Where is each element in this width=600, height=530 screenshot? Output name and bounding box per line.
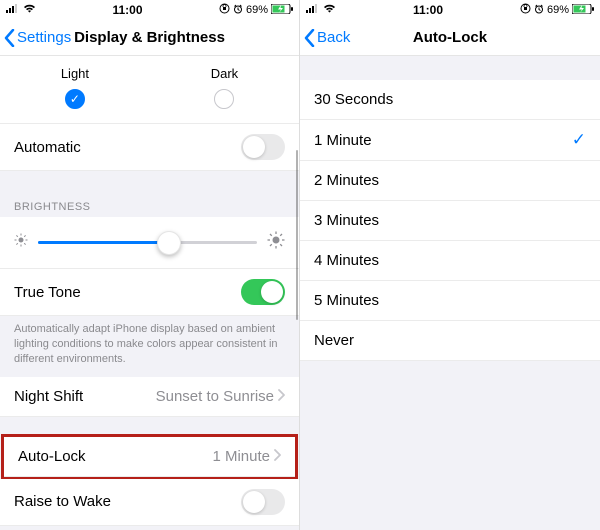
highlight-auto-lock: Auto-Lock 1 Minute (1, 434, 298, 480)
battery-text: 69% (547, 4, 569, 16)
auto-lock-label: Auto-Lock (18, 448, 86, 465)
signal-icon (306, 4, 320, 16)
auto-lock-options: 30 Seconds 1 Minute ✓ 2 Minutes 3 Minutes 4 M… (300, 80, 600, 361)
automatic-toggle[interactable] (241, 134, 285, 160)
true-tone-toggle[interactable] (241, 279, 285, 305)
night-shift-label: Night Shift (14, 388, 83, 405)
option-label: 4 Minutes (314, 252, 379, 269)
battery-icon (572, 4, 594, 17)
battery-text: 69% (246, 4, 268, 16)
option-label: 1 Minute (314, 132, 372, 149)
auto-lock-option[interactable]: 4 Minutes (300, 241, 600, 281)
raise-to-wake-toggle[interactable] (241, 489, 285, 515)
back-label: Settings (17, 29, 71, 46)
chevron-left-icon (304, 29, 315, 47)
chevron-left-icon (4, 29, 15, 47)
nav-bar: Back Auto-Lock (300, 20, 600, 56)
back-button[interactable]: Back (300, 29, 350, 47)
option-label: 2 Minutes (314, 172, 379, 189)
auto-lock-option[interactable]: 30 Seconds (300, 80, 600, 120)
true-tone-row[interactable]: True Tone (0, 269, 299, 316)
status-bar: 11:00 69% (0, 0, 299, 20)
checkmark-icon: ✓ (572, 130, 586, 150)
status-time: 11:00 (112, 3, 142, 17)
auto-lock-option[interactable]: 3 Minutes (300, 201, 600, 241)
battery-icon (271, 4, 293, 17)
screen-display-brightness: 11:00 69% Settings Display & Brightness … (0, 0, 300, 530)
slider-thumb[interactable] (157, 231, 181, 255)
alarm-icon (233, 4, 243, 17)
raise-to-wake-row[interactable]: Raise to Wake (0, 479, 299, 526)
appearance-dark[interactable]: Dark (211, 66, 238, 109)
option-label: 5 Minutes (314, 292, 379, 309)
auto-lock-option[interactable]: 2 Minutes (300, 161, 600, 201)
back-label: Back (317, 29, 350, 46)
wifi-icon (323, 4, 336, 16)
status-time: 11:00 (413, 3, 443, 17)
alarm-icon (534, 4, 544, 17)
auto-lock-option[interactable]: 5 Minutes (300, 281, 600, 321)
night-shift-value: Sunset to Sunrise (156, 388, 274, 405)
automatic-label: Automatic (14, 139, 81, 156)
radio-checked-icon (65, 89, 85, 109)
status-bar: 11:00 69% (300, 0, 600, 20)
automatic-row[interactable]: Automatic (0, 124, 299, 171)
auto-lock-option[interactable]: 1 Minute ✓ (300, 120, 600, 161)
scroll-indicator[interactable] (296, 150, 298, 320)
radio-unchecked-icon (214, 89, 234, 109)
raise-to-wake-label: Raise to Wake (14, 493, 111, 510)
true-tone-description: Automatically adapt iPhone display based… (0, 316, 299, 377)
option-label: Never (314, 332, 354, 349)
screen-auto-lock: 11:00 69% Back Auto-Lock 30 Seconds 1 Min… (300, 0, 600, 530)
orientation-lock-icon (219, 3, 230, 17)
auto-lock-row[interactable]: Auto-Lock 1 Minute (4, 437, 295, 477)
option-label: 3 Minutes (314, 212, 379, 229)
option-label: 30 Seconds (314, 91, 393, 108)
light-label: Light (61, 66, 89, 81)
signal-icon (6, 4, 20, 16)
auto-lock-value: 1 Minute (212, 448, 270, 465)
nav-bar: Settings Display & Brightness (0, 20, 299, 56)
brightness-header: BRIGHTNESS (0, 195, 299, 217)
appearance-selector: Light Dark (0, 56, 299, 124)
brightness-slider-row (0, 217, 299, 269)
dark-label: Dark (211, 66, 238, 81)
auto-lock-option[interactable]: Never (300, 321, 600, 361)
appearance-light[interactable]: Light (61, 66, 89, 109)
true-tone-label: True Tone (14, 284, 81, 301)
wifi-icon (23, 4, 36, 16)
brightness-slider[interactable] (38, 241, 257, 244)
sun-large-icon (267, 231, 285, 254)
sun-small-icon (14, 233, 28, 252)
night-shift-row[interactable]: Night Shift Sunset to Sunrise (0, 377, 299, 417)
chevron-right-icon (278, 388, 285, 405)
orientation-lock-icon (520, 3, 531, 17)
back-button[interactable]: Settings (0, 29, 71, 47)
chevron-right-icon (274, 448, 281, 465)
